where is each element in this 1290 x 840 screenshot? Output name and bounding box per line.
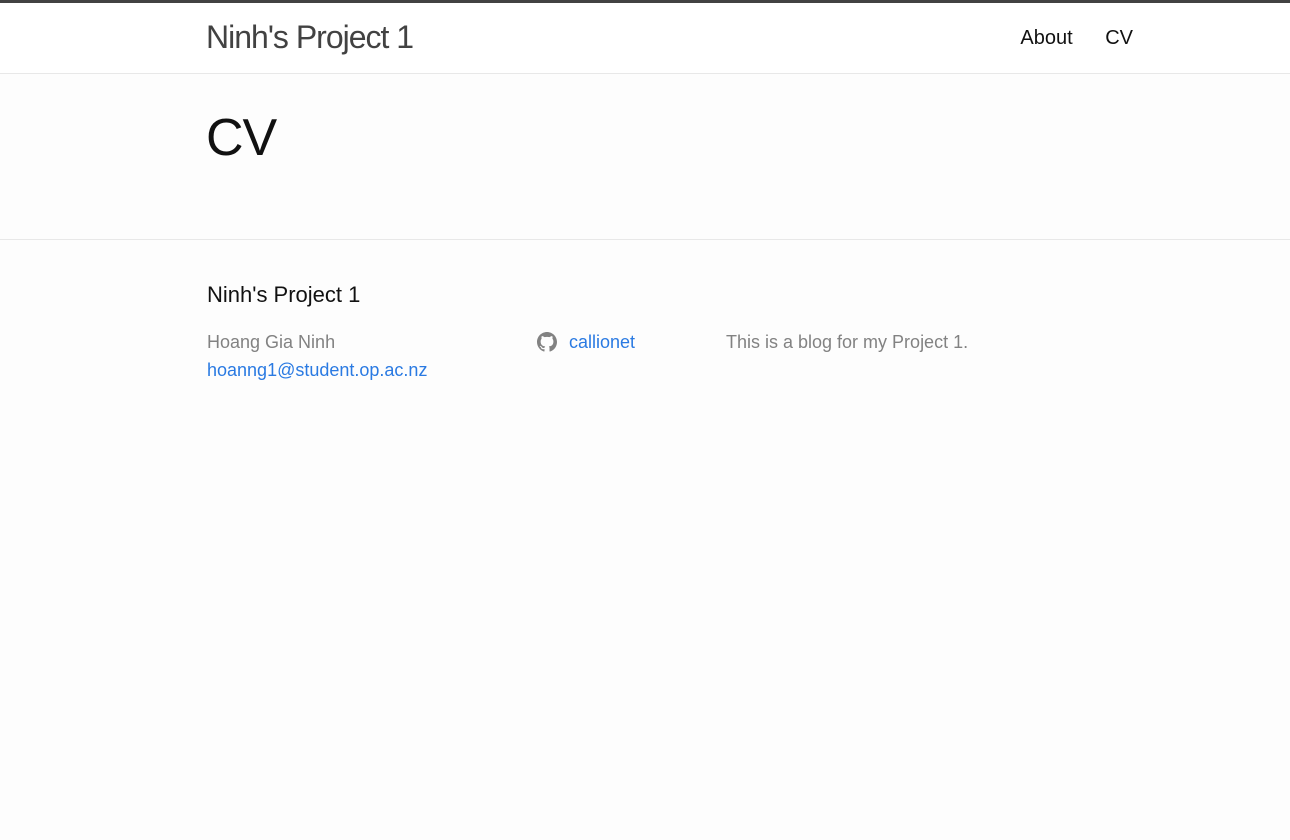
footer-social-column: callionet [537, 328, 635, 356]
author-name: Hoang Gia Ninh [207, 332, 336, 352]
site-description: This is a blog for my Project 1. [726, 332, 969, 352]
github-icon [537, 332, 557, 352]
footer-contact-column: Hoang Gia Ninh hoanng1@student.op.ac.nz [207, 328, 427, 384]
nav-link-cv[interactable]: CV [1105, 27, 1133, 49]
site-title-link[interactable]: Ninh's Project 1 [206, 17, 414, 57]
site-nav: About CV [993, 24, 1133, 52]
email-link[interactable]: hoanng1@student.op.ac.nz [207, 356, 427, 384]
footer-description-column: This is a blog for my Project 1. [726, 328, 968, 356]
nav-link-about[interactable]: About [1020, 27, 1072, 49]
footer-heading: Ninh's Project 1 [207, 282, 361, 307]
site-header: Ninh's Project 1 About CV [0, 0, 1290, 74]
github-link[interactable]: callionet [537, 328, 635, 356]
page-title: CV [206, 109, 277, 167]
page-content: CV [0, 74, 1290, 240]
site-footer: Ninh's Project 1 Hoang Gia Ninh hoanng1@… [0, 240, 1290, 640]
github-username: callionet [569, 332, 636, 352]
